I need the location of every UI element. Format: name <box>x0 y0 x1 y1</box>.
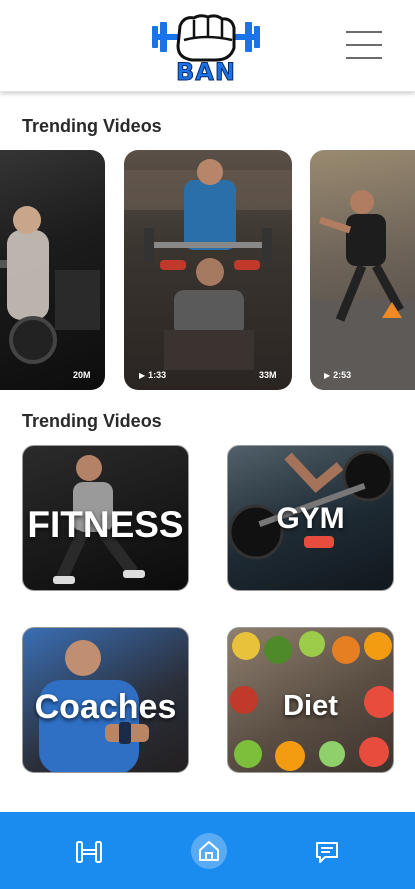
video-duration: ▶ 2:53 <box>324 370 351 380</box>
nav-chat[interactable] <box>311 836 343 868</box>
logo-text: BAN <box>176 58 236 87</box>
category-tile-fitness[interactable]: FITNESS <box>22 445 189 591</box>
category-label: Coaches <box>34 688 177 726</box>
duration-text: 2:53 <box>333 370 352 380</box>
video-card-2[interactable]: ▶ 1:33 33M <box>124 150 292 390</box>
category-tile-coaches[interactable]: Coaches <box>22 627 189 773</box>
video-thumbnail <box>310 190 415 390</box>
video-card-1[interactable]: 20M <box>0 150 105 390</box>
section-title-videos: Trending Videos <box>22 116 162 136</box>
bottom-navigation <box>0 812 415 889</box>
video-views: 33M <box>259 370 277 380</box>
category-label: GYM <box>276 502 345 535</box>
play-icon: ▶ <box>139 371 146 380</box>
category-label: FITNESS <box>27 504 184 545</box>
video-card-3[interactable]: ▶ 2:53 <box>310 150 415 390</box>
play-icon: ▶ <box>324 371 331 380</box>
home-icon <box>199 841 219 861</box>
category-tile-gym[interactable]: GYM <box>227 445 394 591</box>
dumbbell-icon <box>76 841 102 863</box>
video-views: 20M <box>73 370 91 380</box>
section-title-categories: Trending Videos <box>22 411 162 431</box>
category-tile-diet[interactable]: Diet <box>227 627 394 773</box>
video-thumbnail <box>124 159 292 370</box>
app-header: BAN <box>0 0 415 92</box>
menu-line <box>346 31 382 33</box>
menu-line <box>346 44 382 46</box>
menu-line <box>346 57 382 59</box>
video-carousel[interactable]: 20M ▶ 1:33 33M ▶ 2:53 <box>0 150 415 390</box>
nav-home[interactable] <box>191 833 227 869</box>
chat-icon <box>316 842 338 863</box>
fist-dumbbell-icon <box>152 14 260 62</box>
hamburger-menu-icon[interactable] <box>346 29 382 61</box>
video-duration: ▶ 1:33 <box>139 370 166 380</box>
category-label: Diet <box>283 690 338 722</box>
duration-text: 1:33 <box>148 370 167 380</box>
nav-dumbbell[interactable] <box>73 836 105 868</box>
brand-logo[interactable]: BAN <box>150 14 262 87</box>
video-thumbnail <box>0 206 100 364</box>
